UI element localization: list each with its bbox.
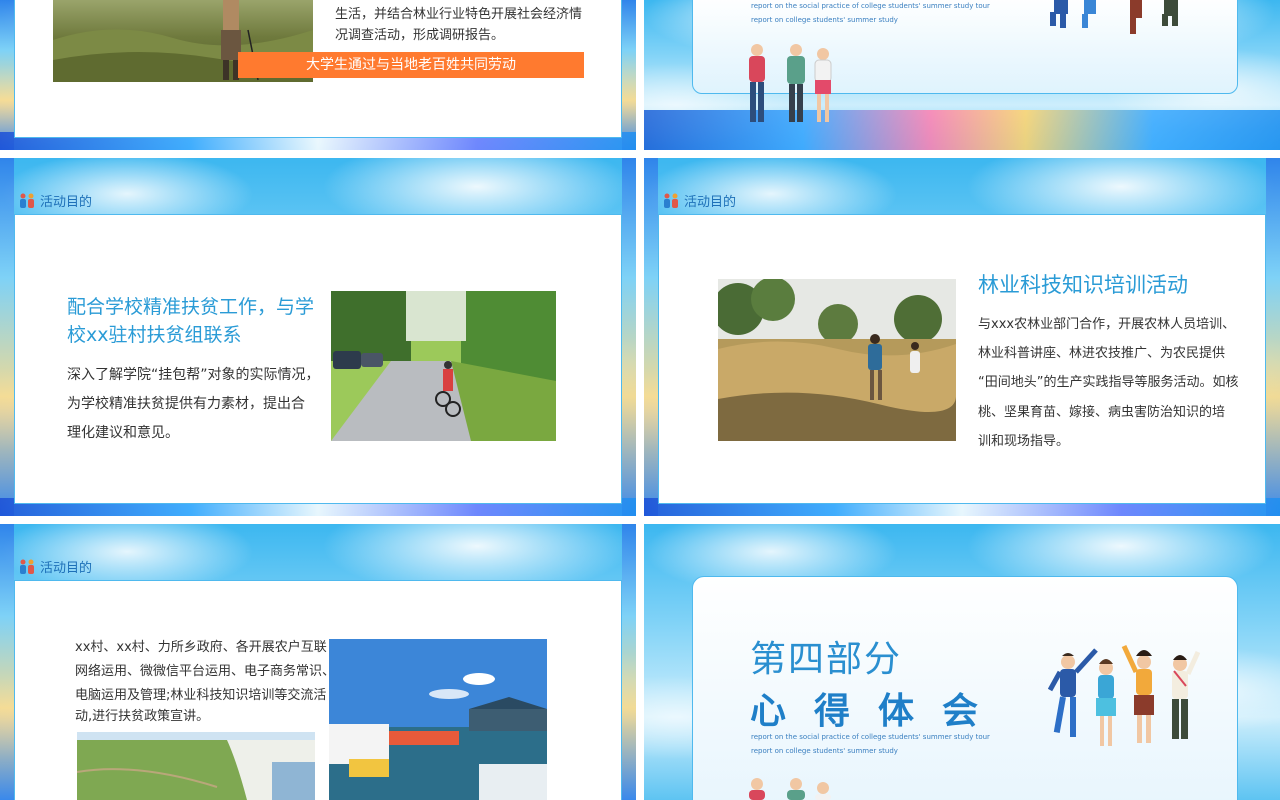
cyclists-photo <box>331 291 556 441</box>
slide5-body-line: 网络运用、微微信平台运用、电子商务常识、 <box>75 664 336 679</box>
people-icon <box>18 559 36 575</box>
slide4-body-line: 林业科普讲座、林进农技推广、为农民提供 <box>978 346 1226 361</box>
slide4-heading: 林业科技知识培训活动 <box>978 273 1188 297</box>
decor-strip <box>0 524 14 800</box>
slide5-body-line: 动,进行扶贫政策宣讲。 <box>75 709 210 724</box>
section-tag-label: 活动目的 <box>40 561 93 576</box>
slide4-body-line: 桃、坚果育苗、嫁接、病虫害防治知识的培 <box>978 405 1226 420</box>
decor-strip <box>0 158 14 516</box>
decor-strip <box>622 158 636 516</box>
decor-strip <box>0 0 14 150</box>
slide-thumbnail-6[interactable]: 第四部分 心得体会 report on the social practice … <box>644 524 1280 800</box>
slide-thumbnail-2[interactable]: report on the social practice of college… <box>644 0 1280 150</box>
slide-thumbnail-1[interactable]: 生活，并结合林业行业特色开展社会经济情 况调查活动，形成调研报告。 大学生通过与… <box>0 0 636 150</box>
decor-strip <box>644 158 658 516</box>
standing-people-illustration <box>739 776 849 800</box>
section-tag: 活动目的 <box>662 191 736 210</box>
jumping-people-illustration <box>1047 640 1201 762</box>
section-tag: 活动目的 <box>18 191 92 210</box>
slide-thumbnail-4[interactable]: 活动目的 林业科技知识培训活动 与xxx农林业部门合作，开展农林人员培训、 林业… <box>644 158 1280 516</box>
slide3-heading-line: 校xx驻村扶贫组联系 <box>67 324 242 346</box>
slide5-body-line: xx村、xx村、力所乡政府、各开展农户互联 <box>75 640 327 655</box>
section-tag-label: 活动目的 <box>684 195 737 210</box>
photo-caption: 大学生通过与当地老百姓共同劳动 <box>238 52 584 78</box>
harbor-boats-photo <box>329 639 547 800</box>
slide3-heading-line: 配合学校精准扶贫工作，与学 <box>67 296 315 318</box>
standing-people-illustration <box>739 42 849 126</box>
subtitle-en-line: report on college students' summer study <box>751 16 898 24</box>
decor-strip <box>1266 158 1280 516</box>
section-number: 第四部分 <box>750 639 903 680</box>
subtitle-en-line: report on the social practice of college… <box>751 733 990 741</box>
slide4-body-line: 训和现场指导。 <box>978 434 1070 449</box>
grassland-hikers-photo <box>718 279 956 441</box>
section-tag-label: 活动目的 <box>40 195 93 210</box>
jumping-people-illustration <box>1044 0 1204 40</box>
slide4-body-line: “田间地头”的生产实践指导等服务活动。如核 <box>978 375 1239 390</box>
section-title: 心得体会 <box>750 691 1007 732</box>
slide3-body-line: 理化建议和意见。 <box>67 425 179 441</box>
slide-thumbnail-3[interactable]: 活动目的 配合学校精准扶贫工作，与学 校xx驻村扶贫组联系 深入了解学院“挂包帮… <box>0 158 636 516</box>
subtitle-en-line: report on the social practice of college… <box>751 2 990 10</box>
people-icon <box>18 193 36 209</box>
people-icon <box>662 193 680 209</box>
slide-thumbnail-5[interactable]: 活动目的 xx村、xx村、力所乡政府、各开展农户互联 网络运用、微微信平台运用、… <box>0 524 636 800</box>
decor-strip <box>622 0 636 150</box>
subtitle-en-line: report on college students' summer study <box>751 747 898 755</box>
slide4-body-line: 与xxx农林业部门合作，开展农林人员培训、 <box>978 317 1236 332</box>
slide1-body-line: 况调查活动，形成调研报告。 <box>335 28 505 43</box>
decor-strip <box>622 524 636 800</box>
slide3-body-line: 为学校精准扶贫提供有力素材，提出合 <box>67 396 305 412</box>
slide3-body-line: 深入了解学院“挂包帮”对象的实际情况， <box>67 367 320 383</box>
section-tag: 活动目的 <box>18 557 92 576</box>
coastal-cliffs-photo <box>77 732 315 800</box>
